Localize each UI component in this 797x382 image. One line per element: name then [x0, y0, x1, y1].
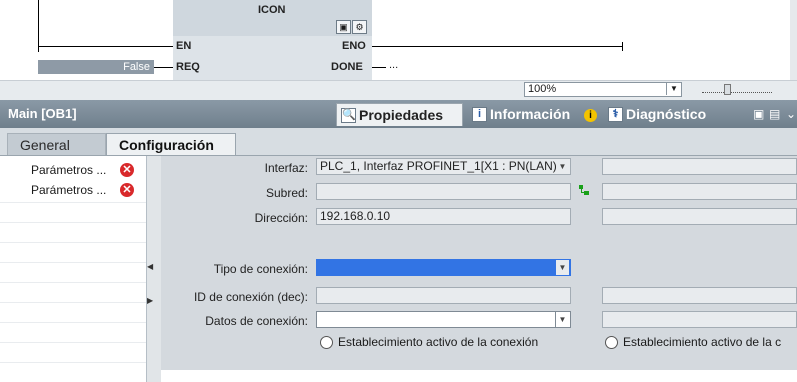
id-conexion-partner-field	[602, 287, 797, 304]
nav-item-label: Parámetros ...	[31, 183, 107, 197]
interfaz-select[interactable]: PLC_1, Interfaz PROFINET_1[X1 : PN(LAN)]	[316, 158, 571, 175]
nav-divider	[0, 262, 146, 263]
id-conexion-label: ID de conexión (dec):	[193, 290, 308, 304]
subred-label: Subred:	[265, 186, 308, 200]
chevron-down-icon[interactable]: ▼	[556, 260, 569, 275]
radio-active-connection-partner-label: Establecimiento activo de la c	[623, 335, 782, 349]
diagnostics-icon: ⚕	[608, 107, 623, 122]
inspector-title: Main [OB1]	[8, 106, 77, 121]
tab-diagnostics-label: Diagnóstico	[626, 106, 707, 122]
tab-properties[interactable]: 🔍 Propiedades	[336, 103, 463, 126]
tab-properties-label: Propiedades	[359, 107, 444, 123]
nav-divider	[0, 342, 146, 343]
datos-conexion-label: Datos de conexión:	[205, 314, 308, 328]
subtab-bar: General Configuración	[0, 128, 797, 156]
radio-active-connection[interactable]	[320, 336, 333, 349]
info-badge-icon: i	[584, 109, 597, 122]
float-window-icon[interactable]: ▣	[753, 107, 764, 121]
chevron-down-icon[interactable]: ▼	[556, 159, 569, 174]
id-conexion-field	[316, 287, 571, 304]
tab-info[interactable]: i Información	[468, 103, 594, 126]
pin-en: EN	[176, 40, 192, 52]
block-diag-icon[interactable]: ⚙	[352, 20, 367, 34]
nav-divider	[0, 202, 146, 203]
block-title: ICON	[258, 4, 286, 16]
nav-divider	[0, 282, 146, 283]
nav-item-label: Parámetros ...	[31, 163, 107, 177]
chevron-down-icon[interactable]: ▼	[555, 312, 569, 327]
interfaz-label: Interfaz:	[264, 161, 308, 175]
done-operand[interactable]: ...	[389, 59, 398, 71]
subred-field	[316, 183, 571, 200]
wire-end	[622, 42, 623, 51]
info-icon: i	[472, 107, 487, 122]
parameter-nav: Parámetros ... ✕ Parámetros ... ✕	[0, 156, 147, 382]
nav-divider	[0, 362, 146, 363]
nav-item-parametros-1[interactable]: Parámetros ... ✕	[0, 160, 146, 180]
maximize-icon[interactable]: ▤	[769, 107, 780, 121]
done-wire	[372, 67, 386, 68]
form-footer	[161, 370, 797, 382]
tab-info-label: Información	[490, 106, 571, 122]
zoom-select[interactable]: 100%	[524, 82, 682, 97]
error-icon: ✕	[120, 183, 134, 197]
nav-item-parametros-2[interactable]: Parámetros ... ✕	[0, 180, 146, 200]
tab-diagnostics[interactable]: ⚕ Diagnóstico	[604, 103, 724, 126]
direccion-partner-field	[602, 208, 797, 225]
nav-divider	[0, 222, 146, 223]
zoom-slider[interactable]	[702, 90, 772, 93]
tipo-conexion-label: Tipo de conexión:	[213, 262, 308, 276]
pin-req: REQ	[176, 61, 200, 73]
tipo-conexion-select[interactable]	[316, 259, 571, 276]
tab-general[interactable]: General	[7, 133, 106, 155]
nav-divider	[0, 242, 146, 243]
req-operand[interactable]: False	[38, 60, 154, 74]
collapse-icon[interactable]: ⌄	[786, 107, 796, 121]
zoom-bar: 100% ▼	[0, 80, 797, 100]
datos-conexion-partner-field	[602, 311, 797, 328]
eno-wire	[372, 46, 622, 47]
direccion-field: 192.168.0.10	[316, 208, 571, 225]
power-rail	[38, 0, 39, 52]
radio-active-connection-partner[interactable]	[605, 336, 618, 349]
interfaz-partner-field	[602, 158, 797, 175]
tab-configuracion[interactable]: Configuración	[106, 133, 236, 155]
subred-partner-field	[602, 183, 797, 200]
editor-scrollbar[interactable]	[790, 0, 797, 80]
collapse-left-icon[interactable]: ◀	[147, 262, 153, 271]
pin-eno: ENO	[342, 40, 366, 52]
network-icon	[579, 184, 589, 195]
nav-divider	[0, 302, 146, 303]
chevron-down-icon[interactable]: ▼	[666, 83, 681, 95]
error-icon: ✕	[120, 163, 134, 177]
inspector-header: Main [OB1] 🔍 Propiedades i Información i…	[0, 100, 797, 128]
direccion-label: Dirección:	[254, 211, 308, 225]
zoom-slider-thumb[interactable]	[724, 84, 731, 95]
block-icon[interactable]: ▣	[336, 20, 351, 34]
nav-divider	[0, 322, 146, 323]
radio-active-connection-label: Establecimiento activo de la conexión	[338, 335, 539, 349]
properties-icon: 🔍	[341, 108, 356, 123]
ladder-editor[interactable]: ICON ▣ ⚙ EN REQ ENO DONE False ...	[0, 0, 797, 80]
req-wire	[154, 67, 173, 68]
datos-conexion-select[interactable]	[316, 311, 571, 328]
pin-done: DONE	[331, 61, 363, 73]
en-wire	[38, 46, 173, 47]
